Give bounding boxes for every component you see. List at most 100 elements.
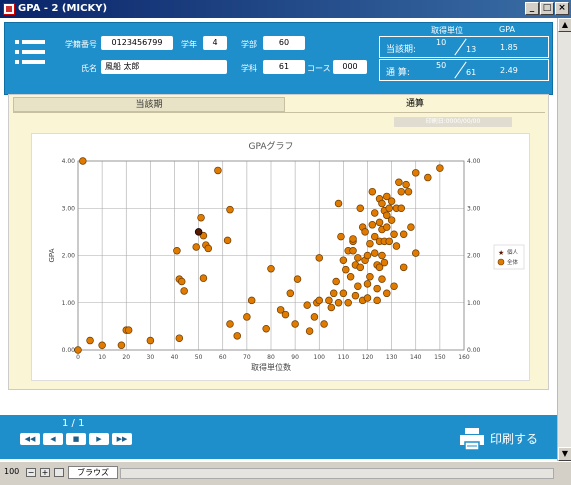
data-point-overall [291, 320, 299, 328]
data-point-overall [392, 242, 401, 250]
dept-field[interactable]: 61 [263, 60, 305, 74]
grade-field[interactable]: 4 [203, 36, 227, 50]
x-axis-label: 取得単位数 [251, 362, 291, 372]
faculty-field[interactable]: 60 [263, 36, 305, 50]
data-point-overall [363, 280, 372, 288]
x-tick-label: 130 [386, 354, 398, 361]
data-point-overall [332, 277, 340, 286]
menu-icon[interactable] [15, 37, 45, 67]
current-label: 当該期: [386, 45, 417, 55]
student-header: 学籍番号 0123456799 学年 4 学部 60 氏名 風船 太郎 学科 6… [4, 22, 553, 95]
data-point-overall [175, 334, 184, 342]
next-page-button[interactable]: ▶ [89, 433, 109, 445]
data-point-overall [363, 294, 372, 302]
data-point-overall [378, 275, 386, 283]
data-point-overall [197, 213, 205, 222]
current-earned: 10 [436, 38, 447, 47]
tab-overall[interactable]: 通算 [285, 97, 545, 112]
name-field[interactable]: 風船 太郎 [101, 60, 227, 74]
prev-page-button[interactable]: ◀ [43, 433, 63, 445]
dept-label: 学科 [241, 64, 257, 73]
data-point-overall [199, 274, 208, 282]
y-tick-label: 1.00 [62, 300, 76, 307]
close-button[interactable]: × [555, 2, 569, 15]
data-point-overall [173, 247, 181, 255]
credits-header: 取得単位 [431, 26, 463, 35]
overall-row: 通 算: 50 61 2.49 [379, 59, 549, 81]
x-tick-label: 40 [171, 354, 179, 361]
x-tick-label: 100 [314, 354, 326, 361]
x-tick-label: 110 [338, 354, 350, 361]
data-point-overall [412, 249, 420, 257]
footer-bar: 1 / 1 ◀◀ ◀ ■ ▶ ▶▶ 印刷する [0, 415, 557, 459]
data-point-overall [86, 336, 94, 345]
data-point-overall [378, 199, 386, 208]
data-point-overall [383, 223, 391, 231]
window-title: GPA - 2 (MICKY) [18, 3, 108, 14]
course-field[interactable]: 000 [333, 60, 367, 74]
data-point-overall [407, 223, 415, 231]
print-button-label[interactable]: 印刷する [490, 430, 538, 447]
data-point-overall [375, 218, 384, 227]
scroll-down-arrow[interactable]: ▼ [558, 447, 571, 461]
first-page-button[interactable]: ◀◀ [20, 433, 40, 445]
data-point-overall [370, 209, 379, 217]
scroll-up-arrow[interactable]: ▲ [558, 18, 571, 32]
gpa-scatter-plot: GPAグラフ 0 10 20 30 40 50 60 70 80 90 100 110 120 130 140… [48, 140, 525, 372]
zoom-in-icon[interactable]: + [40, 468, 50, 477]
y-axis-label: GPA [48, 248, 56, 262]
data-point-overall [399, 230, 408, 238]
data-point-overall [354, 282, 362, 290]
x-tick-label: 70 [243, 354, 251, 361]
overall-label: 通 算: [386, 68, 410, 78]
course-label: コース [307, 64, 331, 73]
data-point-overall [395, 178, 403, 187]
data-point-overall [383, 289, 391, 298]
data-point-overall [293, 275, 302, 283]
data-point-overall [286, 289, 295, 298]
data-point-overall [387, 197, 396, 205]
data-point-overall [373, 284, 381, 293]
student-id-label: 学籍番号 [65, 40, 97, 49]
horizontal-scrollbar[interactable] [120, 468, 554, 479]
x-tick-label: 120 [362, 354, 374, 361]
data-point-overall [325, 296, 333, 305]
data-point-overall [366, 239, 374, 248]
tab-panel: 当該期 通算 印刷日:0000/00/00 GPAグラフ 0 10 20 30 40 50 6… [8, 94, 549, 390]
data-point-overall [262, 324, 270, 333]
data-point-overall [247, 296, 256, 305]
data-point-overall [346, 273, 355, 281]
data-point-overall [334, 299, 343, 307]
y-tick-label: 4.00 [62, 158, 76, 165]
vertical-scrollbar[interactable]: ▲ ▼ [557, 18, 571, 461]
zoom-out-icon[interactable]: − [26, 468, 36, 477]
stop-button[interactable]: ■ [66, 433, 86, 445]
y-tick-label: 2.00 [62, 253, 76, 260]
data-point-overall [378, 251, 386, 260]
print-date-note: 印刷日:0000/00/00 [394, 117, 512, 127]
minimize-button[interactable]: _ [525, 2, 539, 15]
toggle-status-icon[interactable] [54, 468, 64, 477]
restore-button[interactable]: □ [540, 2, 554, 15]
data-point-overall [180, 287, 188, 295]
tab-current-period[interactable]: 当該期 [13, 97, 285, 112]
data-point-overall [310, 313, 319, 321]
data-point-overall [223, 236, 232, 245]
zoom-level[interactable]: 100 [4, 467, 19, 476]
data-point-overall [412, 169, 420, 177]
current-gpa: 1.85 [500, 43, 518, 52]
current-total: 13 [466, 45, 477, 54]
legend-overall-label: 全体 [507, 258, 519, 266]
data-point-overall [373, 296, 381, 305]
data-point-overall [327, 303, 336, 312]
data-point-overall [356, 263, 365, 272]
printer-icon[interactable] [459, 427, 485, 451]
data-point-overall [177, 277, 186, 286]
data-point-overall [363, 251, 372, 260]
legend-self-marker: ★ [498, 249, 504, 257]
data-point-overall [387, 216, 396, 224]
last-page-button[interactable]: ▶▶ [112, 433, 132, 445]
data-point-overall [351, 291, 360, 300]
student-id-field[interactable]: 0123456799 [101, 36, 173, 50]
mode-indicator[interactable]: ブラウズ [68, 466, 118, 479]
